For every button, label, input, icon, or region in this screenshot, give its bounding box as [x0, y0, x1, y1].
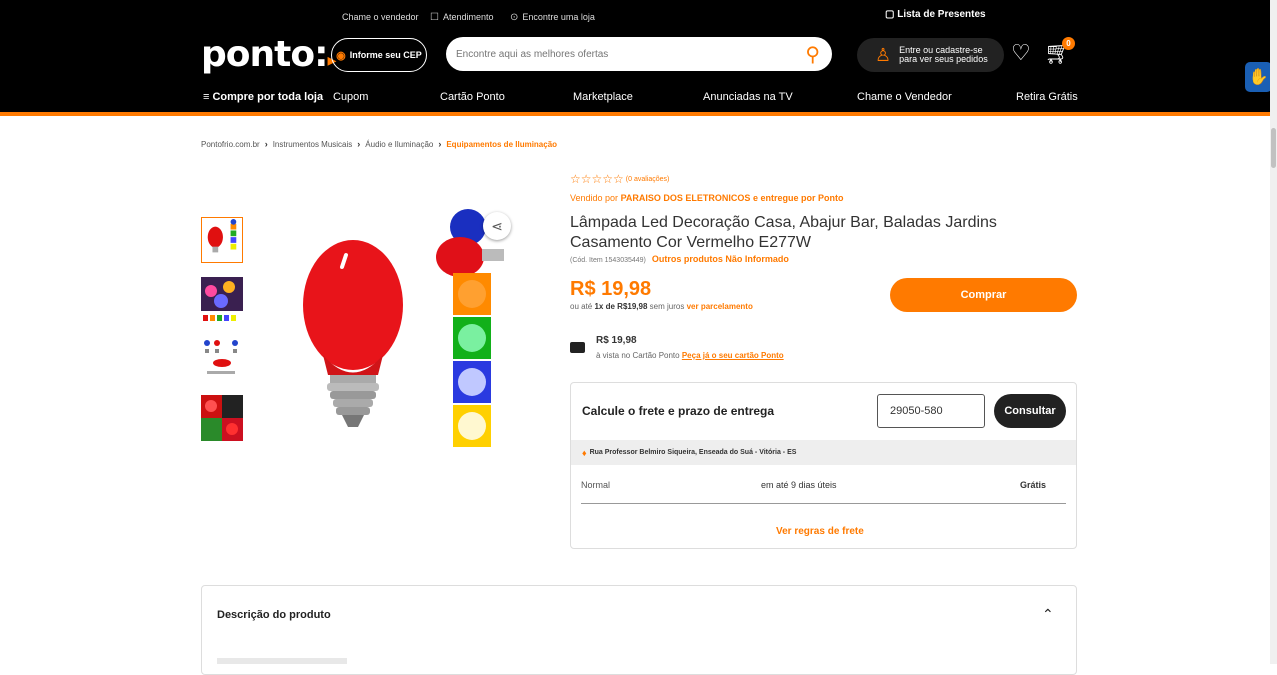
chame-vendedor-label: Chame o vendedor [342, 12, 419, 22]
product-code: (Cód. Item 1543035449) [570, 257, 646, 264]
user-icon: ♙ [875, 44, 892, 65]
shipping-address: ♦ Rua Professor Belmiro Siqueira, Ensead… [571, 440, 1076, 465]
atendimento-label: Atendimento [442, 12, 494, 22]
location-icon: ⊙ [510, 11, 519, 23]
shipping-rules-link[interactable]: Ver regras de frete [776, 526, 864, 537]
login-text: Entre ou cadastre-se para ver seus pedido… [899, 46, 988, 64]
address-text: Rua Professor Belmiro Siqueira, Enseada … [589, 449, 797, 456]
description-content-placeholder [217, 658, 347, 664]
ver-parcelamento-link[interactable]: ver parcelamento [687, 302, 753, 311]
cep-button-label: Informe seu CEP [349, 50, 422, 60]
shipping-divider [581, 503, 1066, 504]
cart-count-badge: 0 [1062, 37, 1075, 50]
lista-presentes-label: Lista de Presentes [897, 9, 986, 20]
scrollbar-track[interactable] [1270, 0, 1277, 664]
buy-button[interactable]: Comprar [890, 278, 1077, 312]
nav-retira-gratis[interactable]: Retira Grátis [1016, 91, 1078, 103]
breadcrumb-instrumentos[interactable]: Instrumentos Musicais [273, 140, 353, 149]
card-signup-link[interactable]: Peça já o seu cartão Ponto [682, 351, 784, 360]
rating-stars[interactable]: ☆☆☆☆☆ (0 avaliações) [570, 172, 669, 186]
breadcrumb: Pontofrio.com.br › Instrumentos Musicais ›… [201, 139, 557, 149]
lista-presentes-link[interactable]: ▢ Lista de Presentes [885, 9, 986, 20]
description-title: Descrição do produto [217, 609, 331, 621]
breadcrumb-audio[interactable]: Áudio e Iluminação [365, 140, 433, 149]
thumbnail-3[interactable] [201, 335, 243, 381]
chame-vendedor-link[interactable]: Chame o vendedor [342, 10, 419, 24]
credit-card-icon [570, 342, 585, 353]
atendimento-link[interactable]: ☐ Atendimento [430, 10, 494, 24]
chat-icon: ☐ [430, 11, 439, 23]
consult-button[interactable]: Consultar [994, 394, 1066, 428]
nav-anunciadas-tv[interactable]: Anunciadas na TV [703, 91, 793, 103]
encontre-loja-label: Encontre uma loja [522, 12, 595, 22]
product-main-image[interactable] [290, 205, 520, 460]
card-price: R$ 19,98 [596, 335, 637, 346]
logo-text: ponto: [201, 34, 328, 75]
chevron-up-icon[interactable]: ⌃ [1042, 606, 1054, 623]
breadcrumb-home[interactable]: Pontofrio.com.br [201, 140, 260, 149]
chevron-right-icon: › [264, 139, 268, 149]
breadcrumb-current[interactable]: Equipamentos de Iluminação [446, 140, 557, 149]
scrollbar-thumb[interactable] [1271, 128, 1276, 168]
sold-by-label: Vendido por [570, 193, 619, 203]
chevron-right-icon: › [438, 139, 442, 149]
favorites-heart-icon[interactable]: ♡ [1011, 40, 1031, 66]
header-divider [0, 112, 1270, 116]
nav-cartao-ponto[interactable]: Cartão Ponto [440, 91, 505, 103]
nav-marketplace[interactable]: Marketplace [573, 91, 633, 103]
thumbnail-2[interactable] [201, 277, 243, 323]
location-pin-icon: ◉ [336, 49, 346, 62]
thumbnail-1[interactable] [201, 217, 243, 263]
cep-input[interactable] [877, 394, 985, 428]
ponto-logo[interactable]: ponto:▸ [201, 34, 337, 75]
gift-icon: ▢ [885, 9, 898, 20]
encontre-loja-link[interactable]: ⊙ Encontre uma loja [510, 10, 595, 24]
installment-value: 1x de R$19,98 [594, 302, 648, 311]
share-icon[interactable]: ⋖ [483, 212, 511, 240]
product-title: Lâmpada Led Decoração Casa, Abajur Bar, … [570, 214, 997, 251]
nav-compre-label: Compre por toda loja [212, 91, 324, 103]
card-info: à vista no Cartão Ponto Peça já o seu ca… [596, 351, 784, 360]
location-pin-icon: ♦ [582, 447, 587, 458]
seller-info: Vendido por PARAISO DOS ELETRONICOS e en… [570, 193, 843, 203]
shipping-option-name: Normal [581, 480, 611, 490]
installment-suffix: sem juros [649, 302, 685, 311]
cep-button[interactable]: ◉ Informe seu CEP [331, 38, 427, 72]
product-price: R$ 19,98 [570, 278, 652, 300]
nav-chame-vendedor[interactable]: Chame o Vendedor [857, 91, 952, 103]
installment-info: ou até 1x de R$19,98 sem juros ver parce… [570, 302, 753, 311]
shipping-option-time: em até 9 dias úteis [761, 480, 837, 490]
reviews-count: (0 avaliações) [625, 175, 670, 183]
search-icon[interactable]: ⚲ [805, 42, 820, 67]
product-code-row: (Cód. Item 1543035449) Outros produtos N… [570, 254, 789, 264]
login-button[interactable]: ♙ Entre ou cadastre-se para ver seus pedi… [857, 38, 1004, 72]
nav-compre-toda-loja[interactable]: ≡ Compre por toda loja [203, 91, 323, 103]
star-icon: ☆☆☆☆☆ [570, 172, 624, 186]
search-input[interactable] [456, 46, 786, 62]
search-bar: ⚲ [446, 37, 832, 71]
accessibility-hand-icon[interactable]: ✋ [1245, 62, 1272, 92]
thumbnail-4[interactable] [201, 395, 243, 441]
chevron-right-icon: › [357, 139, 361, 149]
login-line2: para ver seus pedidos [899, 54, 988, 64]
shipping-title: Calcule o frete e prazo de entrega [582, 404, 775, 418]
card-sub-label: à vista no Cartão Ponto [596, 351, 680, 360]
nav-cupom[interactable]: Cupom [333, 91, 368, 103]
delivered-by-label: e entregue por Ponto [752, 193, 844, 203]
other-products-link[interactable]: Outros produtos Não Informado [652, 254, 789, 264]
shipping-option-price: Grátis [1020, 480, 1047, 490]
installment-prefix: ou até [570, 302, 593, 311]
seller-link[interactable]: PARAISO DOS ELETRONICOS [621, 193, 751, 203]
